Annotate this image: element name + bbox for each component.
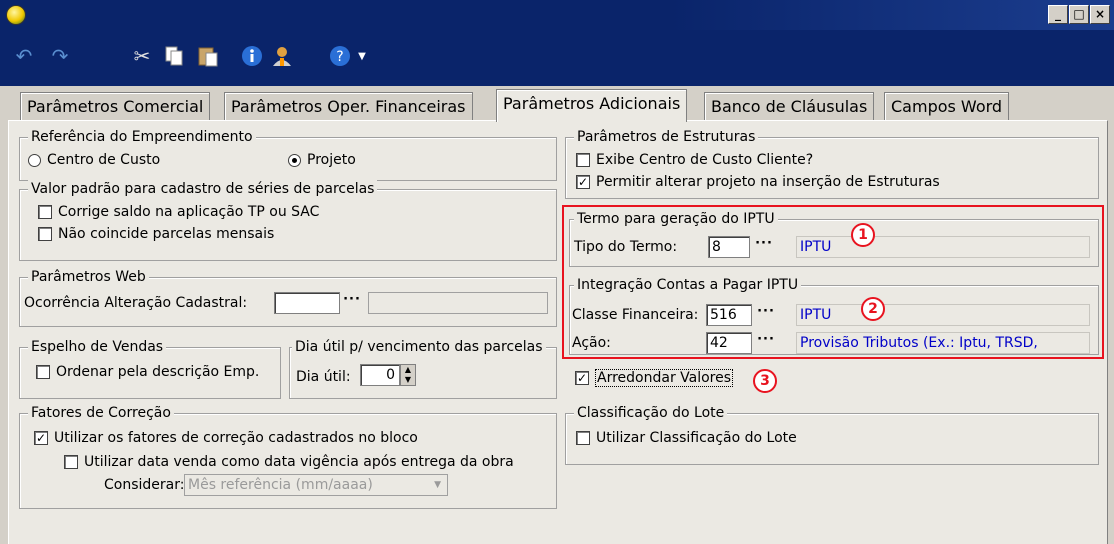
checkbox[interactable] [38, 205, 52, 219]
group-title: Espelho de Vendas [28, 337, 167, 357]
group-title: Parâmetros Web [28, 267, 149, 287]
checkbox[interactable]: ✓ [575, 371, 589, 385]
group-parametros-estruturas: Parâmetros de Estruturas Exibe Centro de… [565, 127, 1099, 199]
checkbox-utilizar-data-venda[interactable]: Utilizar data venda como data vigência a… [64, 454, 514, 470]
group-referencia: Referência do Empreendimento Centro de C… [19, 127, 557, 181]
radio-label: Centro de Custo [47, 152, 161, 168]
checkbox-label: Utilizar os fatores de correção cadastra… [54, 430, 418, 446]
tab-campos-word[interactable]: Campos Word [884, 92, 1010, 120]
considerar-select[interactable]: Mês referência (mm/aaaa) ▼ [184, 474, 448, 496]
group-espelho-vendas: Espelho de Vendas Ordenar pela descrição… [19, 337, 281, 399]
considerar-value: Mês referência (mm/aaaa) [188, 477, 373, 493]
radio-label: Projeto [307, 152, 356, 168]
group-parametros-web: Parâmetros Web Ocorrência Alteração Cada… [19, 267, 557, 327]
app-icon [6, 5, 26, 25]
checkbox-utilizar-classificacao[interactable]: Utilizar Classificação do Lote [576, 430, 797, 446]
checkbox-label: Não coincide parcelas mensais [58, 226, 275, 242]
cut-icon[interactable]: ✂ [130, 44, 154, 68]
group-title: Classificação do Lote [574, 403, 728, 423]
checkbox-label: Utilizar data venda como data vigência a… [84, 454, 514, 470]
redo-icon[interactable]: ↷ [48, 44, 72, 68]
ocorrencia-description [368, 292, 548, 314]
checkbox-label: Utilizar Classificação do Lote [596, 430, 797, 446]
tab-parametros-adicionais[interactable]: Parâmetros Adicionais [496, 89, 688, 122]
user-icon[interactable] [270, 44, 294, 68]
tab-banco-de-clausulas[interactable]: Banco de Cláusulas [704, 92, 875, 120]
checkbox[interactable]: ✓ [34, 431, 48, 445]
considerar-label: Considerar: [104, 477, 185, 493]
paste-icon[interactable] [196, 44, 220, 68]
checkbox[interactable] [36, 365, 50, 379]
checkbox-nao-coincide[interactable]: Não coincide parcelas mensais [38, 226, 274, 242]
checkbox[interactable] [576, 431, 590, 445]
checkbox[interactable] [38, 227, 52, 241]
group-title: Fatores de Correção [28, 403, 174, 423]
group-title: Referência do Empreendimento [28, 127, 256, 147]
checkbox-label: Exibe Centro de Custo Cliente? [596, 152, 814, 168]
title-bar: _ □ × [0, 0, 1114, 30]
toolbar: ↶ ↷ ✂ ? ▼ [0, 30, 1114, 86]
tab-bar: Parâmetros Comercial Parâmetros Oper. Fi… [0, 86, 1114, 122]
tab-parametros-oper-financeiras[interactable]: Parâmetros Oper. Financeiras [224, 92, 473, 120]
checkbox[interactable] [576, 153, 590, 167]
checkbox-corrige-saldo[interactable]: Corrige saldo na aplicação TP ou SAC [38, 204, 319, 220]
info-icon[interactable] [240, 44, 264, 68]
annotation-marker-2: 2 [861, 297, 885, 321]
minimize-button[interactable]: _ [1048, 5, 1068, 24]
annotation-highlight-box [562, 205, 1104, 359]
undo-icon[interactable]: ↶ [12, 44, 36, 68]
ocorrencia-input[interactable] [274, 292, 340, 314]
group-fatores-correcao: Fatores de Correção ✓ Utilizar os fatore… [19, 403, 557, 509]
checkbox-label: Permitir alterar projeto na inserção de … [596, 174, 940, 190]
checkbox-permitir-alterar-projeto[interactable]: ✓ Permitir alterar projeto na inserção d… [576, 174, 940, 190]
tab-parametros-comercial[interactable]: Parâmetros Comercial [20, 92, 211, 120]
ocorrencia-lookup-button[interactable]: ··· [340, 292, 364, 314]
checkbox-arredondar-valores[interactable]: ✓ Arredondar Valores [575, 369, 734, 387]
dia-util-input[interactable]: 0 [360, 364, 400, 386]
ocorrencia-label: Ocorrência Alteração Cadastral: [24, 295, 248, 311]
tab-content: Referência do Empreendimento Centro de C… [8, 120, 1108, 544]
dia-util-spinner[interactable]: ▲ ▼ [400, 364, 416, 386]
svg-text:?: ? [336, 49, 343, 65]
radio-button[interactable] [28, 153, 41, 167]
group-title: Valor padrão para cadastro de séries de … [28, 179, 378, 199]
group-dia-util: Dia útil p/ vencimento das parcelas Dia … [289, 337, 557, 399]
checkbox-label: Corrige saldo na aplicação TP ou SAC [58, 204, 320, 220]
radio-button[interactable] [288, 153, 301, 167]
annotation-marker-3: 3 [753, 369, 777, 393]
maximize-button[interactable]: □ [1069, 5, 1089, 24]
checkbox-label: Arredondar Valores [595, 369, 734, 387]
group-valor-padrao: Valor padrão para cadastro de séries de … [19, 179, 557, 261]
checkbox[interactable]: ✓ [576, 175, 590, 189]
close-button[interactable]: × [1090, 5, 1110, 24]
checkbox-exibe-centro-custo[interactable]: Exibe Centro de Custo Cliente? [576, 152, 813, 168]
dia-util-label: Dia útil: [296, 369, 351, 385]
help-icon[interactable]: ? [328, 44, 352, 68]
checkbox-ordenar-descricao[interactable]: Ordenar pela descrição Emp. [36, 364, 259, 380]
annotation-marker-1: 1 [851, 223, 875, 247]
chevron-down-icon: ▼ [434, 480, 441, 490]
group-classificacao-lote: Classificação do Lote Utilizar Classific… [565, 403, 1099, 465]
checkbox-utilizar-fatores[interactable]: ✓ Utilizar os fatores de correção cadast… [34, 430, 418, 446]
radio-projeto[interactable]: Projeto [288, 152, 356, 168]
copy-icon[interactable] [162, 44, 186, 68]
checkbox-label: Ordenar pela descrição Emp. [56, 364, 260, 380]
group-title: Dia útil p/ vencimento das parcelas [292, 337, 546, 357]
chevron-down-icon[interactable]: ▼ [350, 44, 374, 68]
radio-centro-de-custo[interactable]: Centro de Custo [28, 152, 160, 168]
checkbox[interactable] [64, 455, 78, 469]
group-title: Parâmetros de Estruturas [574, 127, 759, 147]
